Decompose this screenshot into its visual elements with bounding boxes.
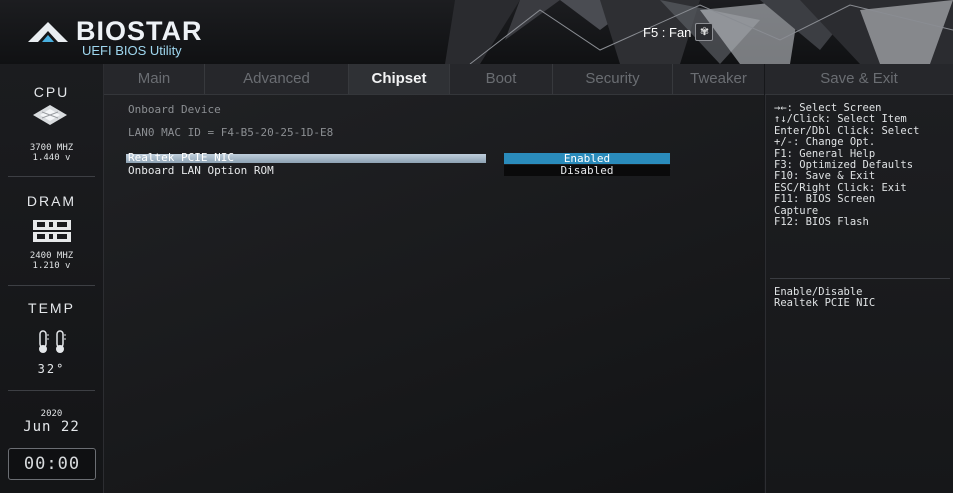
setting-label: Onboard LAN Option ROM <box>128 164 274 177</box>
mac-address-line: LAN0 MAC ID = F4-B5-20-25-1D-E8 <box>128 126 334 139</box>
sidebar-divider <box>8 390 95 391</box>
logo-subtitle: UEFI BIOS Utility <box>82 43 182 58</box>
help-line: +/-: Change Opt. <box>774 136 876 149</box>
cpu-title: CPU <box>33 84 70 100</box>
dram-frequency: 2400 MHZ <box>29 251 74 261</box>
setting-label: Realtek PCIE NIC <box>128 151 234 164</box>
help-panel: →←: Select Screen ↑↓/Click: Select Item … <box>765 95 953 493</box>
thermometer-icon <box>39 330 49 353</box>
dram-voltage: 1.210 v <box>32 261 71 271</box>
section-title: Onboard Device <box>128 103 221 116</box>
clock-display: 00:00 <box>8 448 96 480</box>
item-description: Enable/Disable Realtek PCIE NIC <box>774 286 952 310</box>
system-info-sidebar: CPU 3700 MHZ 1.440 v DRAM 2400 MHZ 1.210… <box>0 64 104 493</box>
fan-shortcut-label: F5 : Fan <box>643 24 692 40</box>
dram-title: DRAM <box>26 193 77 209</box>
cpu-voltage: 1.440 v <box>32 153 71 163</box>
header-bar: BIOSTAR UEFI BIOS Utility F5 : Fan ✾ <box>0 0 953 64</box>
main-tab-bar: Main Advanced Chipset Boot Security Twea… <box>104 64 764 95</box>
setting-value[interactable]: Disabled <box>504 165 670 176</box>
cpu-frequency: 3700 MHZ <box>29 143 74 153</box>
temperature-value: 32° <box>37 362 66 376</box>
help-divider <box>770 278 950 279</box>
temp-info: TEMP <box>0 300 103 316</box>
dram-stick-icon <box>33 220 71 230</box>
help-line: F11: BIOS Screen <box>774 193 876 206</box>
cpu-info: CPU <box>0 84 103 100</box>
tab-tweaker[interactable]: Tweaker <box>673 64 764 94</box>
description-line: Realtek PCIE NIC <box>774 297 876 310</box>
thermometer-icon <box>56 330 66 353</box>
tab-advanced[interactable]: Advanced <box>205 64 349 94</box>
date-year: 2020 <box>40 409 63 419</box>
temp-title: TEMP <box>28 300 75 316</box>
date-day: Jun 22 <box>23 419 80 435</box>
dram-stick-icon <box>33 232 71 242</box>
tab-main[interactable]: Main <box>104 64 205 94</box>
fan-shortcut[interactable]: F5 : Fan ✾ <box>643 23 714 41</box>
tab-boot[interactable]: Boot <box>450 64 553 94</box>
sidebar-divider <box>8 285 95 286</box>
biostar-logo: BIOSTAR UEFI BIOS Utility <box>20 10 210 58</box>
chipset-settings-panel: Onboard Device LAN0 MAC ID = F4-B5-20-25… <box>104 95 764 493</box>
tab-save-exit[interactable]: Save & Exit <box>765 64 953 95</box>
dram-info: DRAM <box>0 193 103 209</box>
cpu-chip-icon <box>33 105 67 125</box>
sidebar-divider <box>8 176 95 177</box>
biostar-logo-mark <box>28 22 68 42</box>
fan-icon: ✾ <box>695 23 714 41</box>
tab-security[interactable]: Security <box>553 64 673 94</box>
logo-brand: BIOSTAR <box>76 16 203 46</box>
tab-chipset[interactable]: Chipset <box>349 64 450 94</box>
setting-value[interactable]: Enabled <box>504 153 670 164</box>
key-help-list: →←: Select Screen ↑↓/Click: Select Item … <box>774 102 952 229</box>
help-line: F12: BIOS Flash <box>774 216 869 229</box>
